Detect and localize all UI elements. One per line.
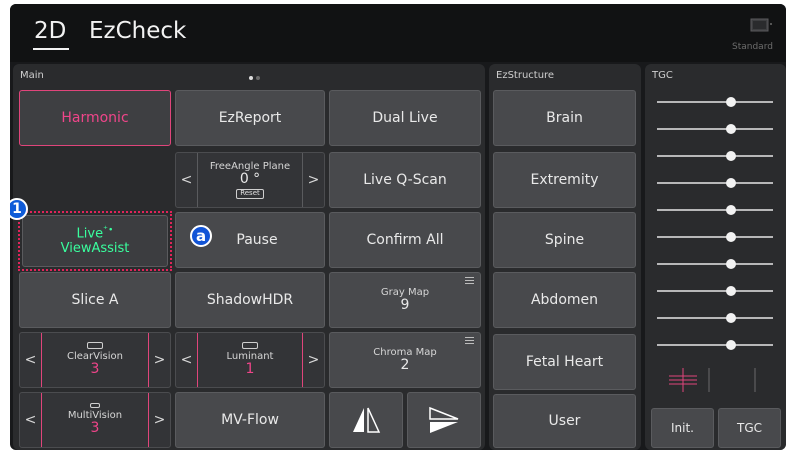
- page-dot-active: [249, 76, 253, 80]
- tgc-init-button[interactable]: Init.: [651, 408, 714, 448]
- freeangle-next-button[interactable]: >: [302, 153, 324, 207]
- pause-label: Pause: [236, 232, 278, 248]
- ezreport-button[interactable]: EzReport: [175, 90, 325, 146]
- ezstructure-user-button[interactable]: User: [493, 394, 636, 448]
- flip-vertical-icon: [429, 406, 459, 433]
- gray-map-value: 9: [400, 296, 410, 313]
- multivision-next-button[interactable]: >: [148, 393, 170, 447]
- ezstructure-brain-button[interactable]: Brain: [493, 90, 636, 146]
- multivision-value: 3: [90, 420, 100, 437]
- tgc-slider-group[interactable]: [657, 90, 773, 360]
- mv-flow-label: MV-Flow: [221, 412, 279, 428]
- panel-title-main: Main: [20, 70, 44, 81]
- tab-ezcheck[interactable]: EzCheck: [89, 18, 186, 44]
- multivision-control: < MultiVision 3 >: [19, 392, 171, 448]
- luminant-next-button[interactable]: >: [302, 333, 324, 387]
- luminant-value: 1: [245, 361, 255, 378]
- harmonic-label: Harmonic: [61, 110, 129, 126]
- freeangle-value: 0 °: [239, 171, 261, 188]
- dual-live-label: Dual Live: [372, 110, 438, 126]
- tgc-slider-knob[interactable]: [726, 340, 736, 350]
- flip-vertical-button[interactable]: [407, 392, 481, 448]
- slice-a-button[interactable]: Slice A: [19, 272, 171, 328]
- multivision-prev-button[interactable]: <: [20, 393, 42, 447]
- mv-flow-button[interactable]: MV-Flow: [175, 392, 325, 448]
- tgc-slider-knob[interactable]: [726, 178, 736, 188]
- toggle-icon: [87, 342, 103, 350]
- tgc-slider-knob[interactable]: [726, 151, 736, 161]
- slice-a-label: Slice A: [71, 292, 119, 308]
- chroma-map-button[interactable]: Chroma Map 2: [329, 332, 481, 388]
- panel-title-ezstructure: EzStructure: [496, 70, 555, 81]
- tgc-slider-knob[interactable]: [726, 313, 736, 323]
- ezstructure-fetal-heart-button[interactable]: Fetal Heart: [493, 334, 636, 390]
- clearvision-prev-button[interactable]: <: [20, 333, 42, 387]
- toggle-icon: [241, 342, 258, 350]
- freeangle-reset-button[interactable]: Reset: [236, 188, 264, 199]
- ezstructure-spine-button[interactable]: Spine: [493, 212, 636, 268]
- luminant-control: < Luminant 1 >: [175, 332, 325, 388]
- tgc-slider-knob[interactable]: [726, 97, 736, 107]
- tab-2d[interactable]: 2D: [34, 18, 66, 44]
- callout-badge-a: a: [190, 225, 212, 247]
- dual-live-button[interactable]: Dual Live: [329, 90, 481, 146]
- flip-horizontal-icon: [353, 407, 381, 433]
- freeangle-plane-control: < FreeAngle Plane 0 ° Reset >: [175, 152, 325, 208]
- confirm-all-button[interactable]: Confirm All: [329, 212, 481, 268]
- gray-map-button[interactable]: Gray Map 9: [329, 272, 481, 328]
- live-qscan-button[interactable]: Live Q-Scan: [329, 152, 481, 208]
- shadowhdr-label: ShadowHDR: [206, 292, 294, 308]
- touch-panel-screen: 2D EzCheck Standard Main Harmonic EzRepo…: [10, 4, 786, 450]
- harmonic-button[interactable]: Harmonic: [19, 90, 171, 146]
- header-bar: 2D EzCheck Standard: [10, 4, 786, 62]
- confirm-all-label: Confirm All: [366, 232, 444, 248]
- shadowhdr-button[interactable]: ShadowHDR: [175, 272, 325, 328]
- tgc-scale-icon: [669, 368, 756, 392]
- menu-icon: [465, 337, 474, 344]
- chroma-map-value: 2: [400, 356, 410, 373]
- tgc-button[interactable]: TGC: [718, 408, 781, 448]
- luminant-prev-button[interactable]: <: [176, 333, 198, 387]
- freeangle-prev-button[interactable]: <: [176, 153, 198, 207]
- highlight-outline: [18, 211, 172, 271]
- tgc-slider-knob[interactable]: [726, 124, 736, 134]
- page-dot: [256, 76, 260, 80]
- tgc-slider-knob[interactable]: [726, 232, 736, 242]
- tgc-slider-knob[interactable]: [726, 286, 736, 296]
- page-indicator: [249, 76, 269, 82]
- panel-title-tgc: TGC: [652, 70, 673, 81]
- menu-icon: [465, 277, 474, 284]
- clearvision-control: < ClearVision 3 >: [19, 332, 171, 388]
- ezstructure-abdomen-button[interactable]: Abdomen: [493, 272, 636, 328]
- monitor-icon[interactable]: [749, 18, 773, 34]
- tgc-slider-knob[interactable]: [726, 259, 736, 269]
- live-qscan-label: Live Q-Scan: [363, 172, 447, 188]
- toggle-icon: [89, 403, 100, 409]
- ezstructure-extremity-button[interactable]: Extremity: [493, 152, 636, 208]
- display-mode-label: Standard: [732, 42, 773, 52]
- clearvision-next-button[interactable]: >: [148, 333, 170, 387]
- tgc-slider-knob[interactable]: [726, 205, 736, 215]
- clearvision-value: 3: [90, 361, 100, 378]
- active-tab-underline: [33, 48, 69, 50]
- flip-horizontal-button[interactable]: [329, 392, 403, 448]
- ezreport-label: EzReport: [218, 110, 282, 126]
